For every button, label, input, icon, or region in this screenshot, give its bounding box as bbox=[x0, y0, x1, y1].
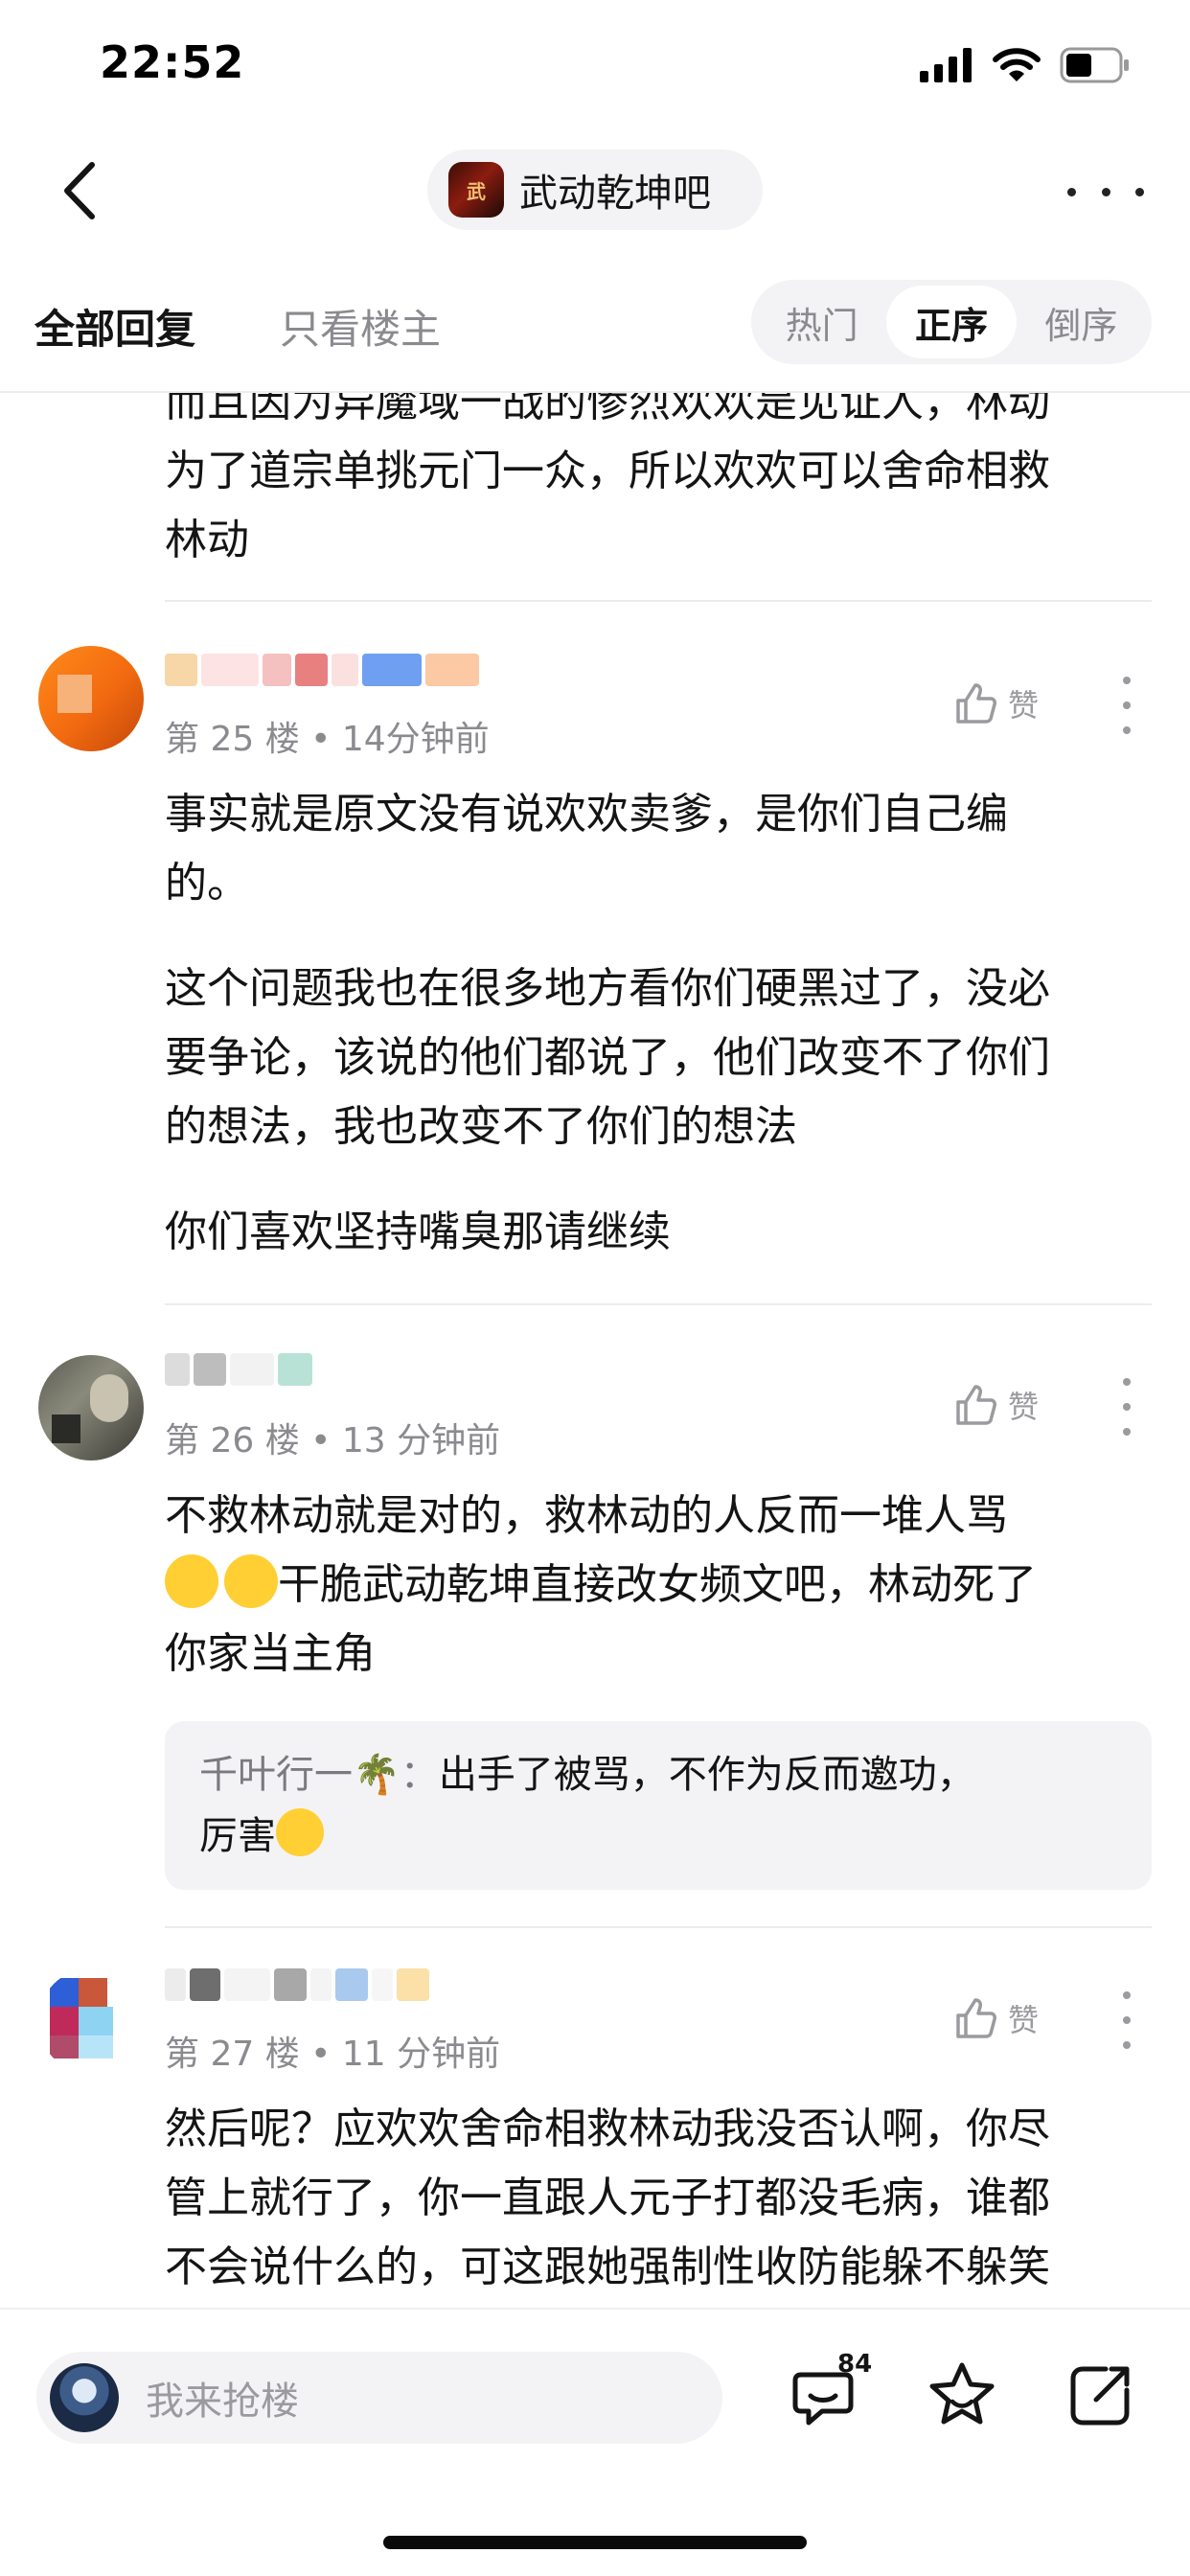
post-text: 为了道宗单挑元门一众，所以欢欢可以舍命相救 bbox=[165, 447, 1050, 495]
sub-reply-line: 千叶行一🌴：出手了被骂，不作为反而邀功， bbox=[199, 1744, 1117, 1806]
kebab-dot bbox=[1123, 1991, 1131, 1999]
chevron-left-icon bbox=[64, 162, 95, 219]
username-redacted[interactable] bbox=[165, 654, 479, 692]
reply-list: 而且因为异魔域一战的惨烈欢欢是见证人，林动 为了道宗单挑元门一众，所以欢欢可以舍… bbox=[0, 393, 1190, 2308]
comment-count: 84 bbox=[837, 2350, 873, 2379]
like-button[interactable]: 赞 bbox=[954, 675, 1060, 732]
like-button[interactable]: 赞 bbox=[954, 1990, 1060, 2047]
post-meta: 第 26 楼 • 13 分钟前 bbox=[165, 1421, 501, 1460]
status-time: 22:52 bbox=[100, 36, 245, 88]
back-button[interactable] bbox=[54, 157, 111, 224]
divider bbox=[165, 600, 1152, 602]
my-avatar bbox=[50, 2363, 119, 2432]
grin-emoji-icon bbox=[165, 1554, 218, 1608]
post-meta: 第 27 楼 • 11 分钟前 bbox=[165, 2035, 501, 2074]
post-text: 要争论，该说的他们都说了，他们改变不了你们 bbox=[165, 1033, 1050, 1082]
sub-reply-box[interactable]: 千叶行一🌴：出手了被骂，不作为反而邀功， 厉害 bbox=[165, 1721, 1152, 1890]
sub-reply-text: 出手了被骂，不作为反而邀功， bbox=[438, 1753, 975, 1797]
reply-input-placeholder: 我来抢楼 bbox=[146, 2380, 299, 2424]
sort-descending[interactable]: 倒序 bbox=[1017, 286, 1146, 358]
cellular-signal-icon bbox=[920, 48, 972, 82]
forum-avatar: 武 bbox=[448, 162, 504, 218]
kebab-dot bbox=[1123, 1428, 1131, 1436]
post-text: 林动 bbox=[165, 516, 249, 564]
more-dot bbox=[1067, 187, 1076, 196]
post-text: 不救林动就是对的，救林动的人反而一堆人骂 bbox=[165, 1491, 1008, 1540]
post-text: 事实就是原文没有说欢欢卖爹，是你们自己编 bbox=[165, 790, 1008, 839]
username-redacted[interactable] bbox=[165, 1968, 429, 2007]
share-icon bbox=[1070, 2366, 1130, 2426]
kebab-dot bbox=[1123, 1378, 1131, 1386]
post-text: 你家当主角 bbox=[165, 1629, 376, 1678]
kebab-dot bbox=[1123, 2041, 1131, 2049]
favorite-button[interactable] bbox=[924, 2358, 1000, 2434]
thumbs-up-icon bbox=[956, 1385, 996, 1425]
kebab-dot bbox=[1123, 2016, 1131, 2024]
thumbs-up-icon bbox=[956, 683, 996, 724]
grin-emoji-icon bbox=[224, 1554, 278, 1608]
kebab-dot bbox=[1123, 1403, 1131, 1411]
avatar[interactable] bbox=[38, 1968, 144, 2074]
post-time: 11 分钟前 bbox=[341, 2035, 501, 2074]
post-text: 的想法，我也改变不了你们的想法 bbox=[165, 1102, 797, 1151]
post-text: 你们喜欢坚持嘴臭那请继续 bbox=[165, 1208, 671, 1256]
like-button[interactable]: 赞 bbox=[954, 1376, 1060, 1434]
home-indicator bbox=[383, 2536, 807, 2549]
avatar[interactable] bbox=[38, 646, 144, 751]
post-more-button[interactable] bbox=[1117, 1378, 1136, 1436]
sub-reply-line: 厉害 bbox=[199, 1806, 1117, 1867]
status-bar: 22:52 bbox=[0, 0, 1190, 125]
forum-name: 武动乾坤吧 bbox=[519, 172, 711, 216]
kebab-dot bbox=[1123, 702, 1131, 709]
post-meta: 第 25 楼 • 14分钟前 bbox=[165, 720, 490, 759]
star-icon bbox=[929, 2362, 995, 2425]
floor-number: 第 25 楼 bbox=[165, 720, 300, 759]
tab-owner-only[interactable]: 只看楼主 bbox=[280, 297, 441, 356]
sort-hot[interactable]: 热门 bbox=[757, 286, 886, 358]
avatar[interactable] bbox=[38, 1355, 144, 1460]
battery-icon bbox=[1060, 47, 1129, 83]
floor-number: 第 27 楼 bbox=[165, 2035, 300, 2074]
divider bbox=[165, 1303, 1152, 1305]
sort-toggle: 热门 正序 倒序 bbox=[751, 280, 1152, 364]
like-label: 赞 bbox=[1008, 2002, 1040, 2038]
status-icons bbox=[920, 44, 1131, 86]
post-text: 干脆武动乾坤直接改女频文吧，林动死了 bbox=[278, 1560, 1037, 1609]
post-text: 而且因为异魔域一战的惨烈欢欢是见证人，林动 bbox=[165, 393, 1050, 426]
floor-number: 第 26 楼 bbox=[165, 1421, 300, 1460]
post-more-button[interactable] bbox=[1117, 677, 1136, 734]
divider bbox=[165, 1926, 1152, 1928]
share-button[interactable] bbox=[1062, 2358, 1138, 2434]
post-text: 的。 bbox=[165, 859, 249, 908]
post-text: 然后呢？应欢欢舍命相救林动我没否认啊，你尽 bbox=[165, 2104, 1050, 2153]
kebab-dot bbox=[1123, 677, 1131, 684]
more-options-button[interactable] bbox=[1067, 172, 1144, 211]
forum-pill[interactable]: 武 武动乾坤吧 bbox=[427, 150, 763, 230]
post-text: 这个问题我也在很多地方看你们硬黑过了，没必 bbox=[165, 964, 1050, 1013]
nav-bar: 武 武动乾坤吧 bbox=[0, 144, 1190, 240]
post-text: 管上就行了，你一直跟人元子打都没毛病，谁都 bbox=[165, 2174, 1050, 2222]
more-dot bbox=[1135, 187, 1144, 196]
username-redacted[interactable] bbox=[165, 1353, 312, 1392]
post-text: 不会说什么的，可这跟她强制性收防能躲不躲笑 bbox=[165, 2242, 1050, 2291]
sub-reply-author[interactable]: 千叶行一🌴： bbox=[199, 1753, 439, 1797]
tab-all-replies[interactable]: 全部回复 bbox=[34, 297, 195, 356]
post-time: 14分钟前 bbox=[341, 720, 490, 759]
wifi-icon bbox=[993, 48, 1041, 81]
like-label: 赞 bbox=[1008, 1389, 1040, 1425]
post-more-button[interactable] bbox=[1117, 1991, 1136, 2049]
post-text-line: 干脆武动乾坤直接改女频文吧，林动死了 bbox=[165, 1551, 1152, 1620]
like-label: 赞 bbox=[1008, 687, 1040, 724]
post-time: 13 分钟前 bbox=[341, 1421, 501, 1460]
thumbs-up-icon bbox=[956, 1998, 996, 2038]
reply-input[interactable]: 我来抢楼 bbox=[36, 2352, 722, 2444]
sort-ascending[interactable]: 正序 bbox=[886, 286, 1017, 358]
smile-emoji-icon bbox=[276, 1808, 324, 1856]
more-dot bbox=[1101, 187, 1110, 196]
kebab-dot bbox=[1123, 726, 1131, 734]
filter-bar: 全部回复 只看楼主 热门 正序 倒序 bbox=[0, 278, 1190, 393]
sub-reply-text: 厉害 bbox=[199, 1814, 276, 1858]
